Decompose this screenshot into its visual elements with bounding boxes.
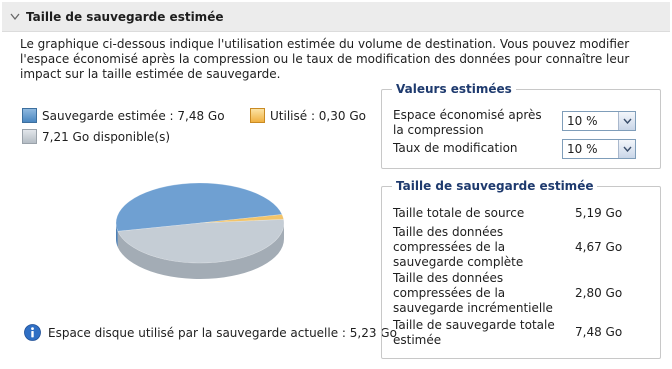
legend-used-label: Utilisé : 0,30 Go [270,108,366,123]
legend-item-used: Utilisé : 0,30 Go [250,108,366,123]
change-rate-value: 10 % [567,142,598,156]
chevron-down-icon[interactable] [618,112,635,130]
estimated-values-title: Valeurs estimées [392,82,516,96]
incremental-compressed-label: Taille des données compressées de la sau… [393,271,553,315]
info-icon [24,324,41,341]
legend-available-label: 7,21 Go disponible(s) [42,129,171,144]
compression-value: 10 % [567,114,598,128]
description-text: Le graphique ci-dessous indique l'utilis… [20,37,630,81]
backup-swatch [22,108,37,123]
section-header[interactable]: Taille de sauvegarde estimée [2,2,670,32]
chevron-down-icon[interactable] [10,12,20,22]
legend-item-backup: Sauvegarde estimée : 7,48 Go [22,108,225,123]
source-size-value: 5,19 Go [575,206,623,220]
info-text: Espace disque utilisé par la sauvegarde … [48,325,397,340]
used-swatch [250,108,265,123]
change-rate-label: Taux de modification [393,141,518,155]
estimated-values-group: Valeurs estimées Espace économisé après … [381,82,661,169]
compression-select[interactable]: 10 % [562,111,636,131]
incremental-compressed-value: 2,80 Go [575,286,623,300]
info-message: Espace disque utilisé par la sauvegarde … [24,324,397,341]
full-compressed-value: 4,67 Go [575,240,623,254]
backup-size-group: Taille de sauvegarde estimée Taille tota… [381,179,661,359]
chevron-down-icon[interactable] [618,140,635,158]
compression-label: Espace économisé après la compression [393,108,542,137]
total-estimated-label: Taille de sauvegarde totale estimée [393,318,555,347]
change-rate-select[interactable]: 10 % [562,139,636,159]
legend-backup-label: Sauvegarde estimée : 7,48 Go [42,108,225,123]
backup-size-title: Taille de sauvegarde estimée [392,179,598,193]
total-estimated-value: 7,48 Go [575,325,623,339]
pie-top [115,182,285,264]
available-swatch [22,129,37,144]
section-title: Taille de sauvegarde estimée [26,9,224,24]
usage-pie-chart [115,182,285,279]
source-size-label: Taille totale de source [393,206,525,220]
legend-item-available: 7,21 Go disponible(s) [22,129,170,144]
full-compressed-label: Taille des données compressées de la sau… [393,225,524,269]
